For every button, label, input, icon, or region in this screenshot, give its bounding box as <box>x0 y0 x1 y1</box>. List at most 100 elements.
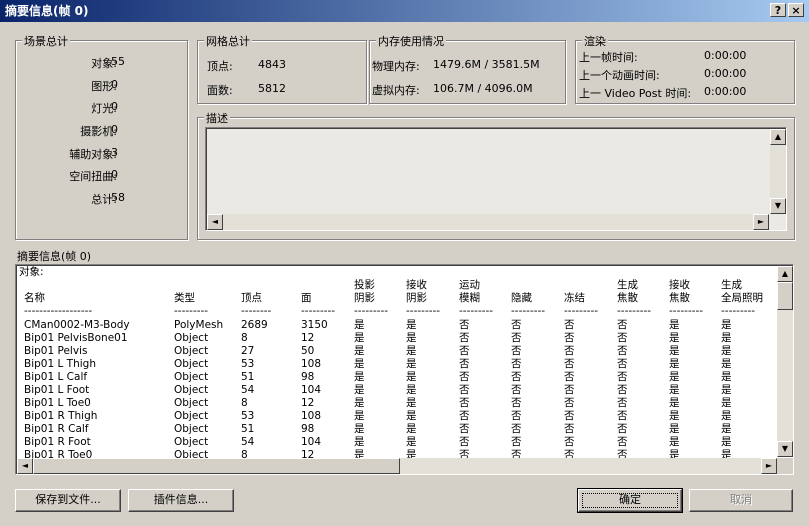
summary-scroll-left-icon[interactable]: ◄ <box>17 458 33 474</box>
table-cell: 是 <box>406 384 417 396</box>
table-cell: 是 <box>406 423 417 435</box>
table-cell: 否 <box>617 397 628 409</box>
table-cell: Object <box>174 397 209 409</box>
column-separator: --------- <box>459 305 494 317</box>
table-cell: Object <box>174 345 209 357</box>
table-cell: Object <box>174 423 209 435</box>
description-title: 描述 <box>204 110 230 126</box>
scene-total-value: 0 <box>111 123 118 136</box>
table-cell: Bip01 L Foot <box>24 384 90 396</box>
column-header: 全局照明 <box>721 292 763 304</box>
table-cell: 否 <box>564 423 575 435</box>
close-button[interactable]: × <box>788 3 804 17</box>
table-cell: 是 <box>669 319 680 331</box>
table-cell: 是 <box>354 436 365 448</box>
summary-scroll-right-icon[interactable]: ► <box>761 458 777 474</box>
table-cell: 否 <box>459 358 470 370</box>
plugin-info-button[interactable]: 插件信息... <box>128 489 234 512</box>
table-cell: 否 <box>511 410 522 422</box>
table-cell: 否 <box>459 423 470 435</box>
table-cell: 是 <box>354 371 365 383</box>
title-bar[interactable]: 摘要信息(帧 0) <box>0 0 809 22</box>
table-cell: 是 <box>721 423 732 435</box>
table-cell: 是 <box>669 371 680 383</box>
description-scroll-down-icon[interactable]: ▼ <box>770 198 786 214</box>
column-header: 投影 <box>354 279 375 291</box>
table-cell: 否 <box>617 410 628 422</box>
column-separator: --------- <box>669 305 704 317</box>
table-cell: Object <box>174 358 209 370</box>
column-separator: --------- <box>721 305 756 317</box>
table-cell: 是 <box>406 371 417 383</box>
column-header: 名称 <box>24 292 45 304</box>
table-cell: 54 <box>241 384 255 396</box>
help-button[interactable]: ? <box>770 3 786 17</box>
save-to-file-button[interactable]: 保存到文件... <box>15 489 121 512</box>
table-cell: 是 <box>406 319 417 331</box>
table-cell: 是 <box>406 332 417 344</box>
table-cell: 否 <box>564 371 575 383</box>
column-header: 阴影 <box>406 292 427 304</box>
table-cell: 108 <box>301 358 322 370</box>
table-cell: 是 <box>354 358 365 370</box>
table-cell: 否 <box>511 345 522 357</box>
table-cell: Object <box>174 436 209 448</box>
table-cell: 否 <box>511 319 522 331</box>
ok-focus-ring <box>582 493 678 508</box>
table-cell: 是 <box>669 410 680 422</box>
table-cell: 否 <box>564 384 575 396</box>
table-cell: 是 <box>354 423 365 435</box>
table-cell: 是 <box>669 332 680 344</box>
table-cell: 是 <box>721 384 732 396</box>
description-scroll-up-icon[interactable]: ▲ <box>770 129 786 145</box>
table-cell: 98 <box>301 423 315 435</box>
table-cell: 否 <box>617 423 628 435</box>
table-cell: Object <box>174 332 209 344</box>
description-scroll-right-icon[interactable]: ► <box>753 214 769 230</box>
column-header: 生成 <box>721 279 742 291</box>
table-cell: 是 <box>669 397 680 409</box>
summary-listing[interactable]: 对象: 名称 ------------------ 类型 --------- 顶点 ---… <box>15 264 794 475</box>
table-cell: 否 <box>564 319 575 331</box>
render-group: 渲染 上一帧时间: 0:00:00 上一个动画时间: 0:00:00 上一 Vi… <box>575 33 795 104</box>
summary-scroll-down-icon[interactable]: ▼ <box>777 441 793 457</box>
table-cell: 否 <box>511 358 522 370</box>
table-cell: 是 <box>669 345 680 357</box>
scene-total-value: 58 <box>111 191 125 204</box>
virtual-memory-label: 虚拟内存: <box>372 84 420 97</box>
table-cell: Bip01 R Foot <box>24 436 91 448</box>
table-cell: Object <box>174 371 209 383</box>
table-cell: 否 <box>459 436 470 448</box>
table-cell: 是 <box>406 358 417 370</box>
scene-totals-group: 场景总计 对象: 55 图形: 0 灯光: 0 摄影机: 0 辅助对象: 3 空间扭曲: 0 总计: 58 <box>15 33 188 240</box>
scene-total-label: 辅助对象: <box>69 148 117 161</box>
table-cell: 否 <box>564 358 575 370</box>
summary-vscroll-thumb[interactable] <box>777 282 793 310</box>
description-scroll-left-icon[interactable]: ◄ <box>207 214 223 230</box>
table-cell: 是 <box>406 345 417 357</box>
table-cell: 是 <box>354 384 365 396</box>
table-cell: 54 <box>241 436 255 448</box>
description-textarea[interactable]: ▲ ▼ ◄ ► <box>205 127 787 231</box>
scene-total-label: 空间扭曲: <box>69 170 117 183</box>
description-hscroll-track[interactable] <box>207 214 769 230</box>
table-cell: 否 <box>617 345 628 357</box>
column-separator: --------- <box>617 305 652 317</box>
face-value: 5812 <box>258 82 286 95</box>
objects-label: 对象: <box>19 266 44 278</box>
table-cell: 是 <box>354 319 365 331</box>
table-cell: 104 <box>301 436 322 448</box>
table-cell: 否 <box>511 384 522 396</box>
table-cell: 12 <box>301 397 315 409</box>
scene-total-value: 55 <box>111 55 125 68</box>
summary-scroll-up-icon[interactable]: ▲ <box>777 266 793 282</box>
summary-hscroll-thumb[interactable] <box>33 458 400 474</box>
column-separator: --------- <box>301 305 336 317</box>
window-title: 摘要信息(帧 0) <box>5 4 89 18</box>
ok-button[interactable]: 确定 <box>577 488 683 513</box>
table-cell: Bip01 Pelvis <box>24 345 88 357</box>
table-cell: 否 <box>511 332 522 344</box>
physical-memory-value: 1479.6M / 3581.5M <box>433 58 540 71</box>
table-cell: 是 <box>669 384 680 396</box>
table-cell: 否 <box>564 332 575 344</box>
